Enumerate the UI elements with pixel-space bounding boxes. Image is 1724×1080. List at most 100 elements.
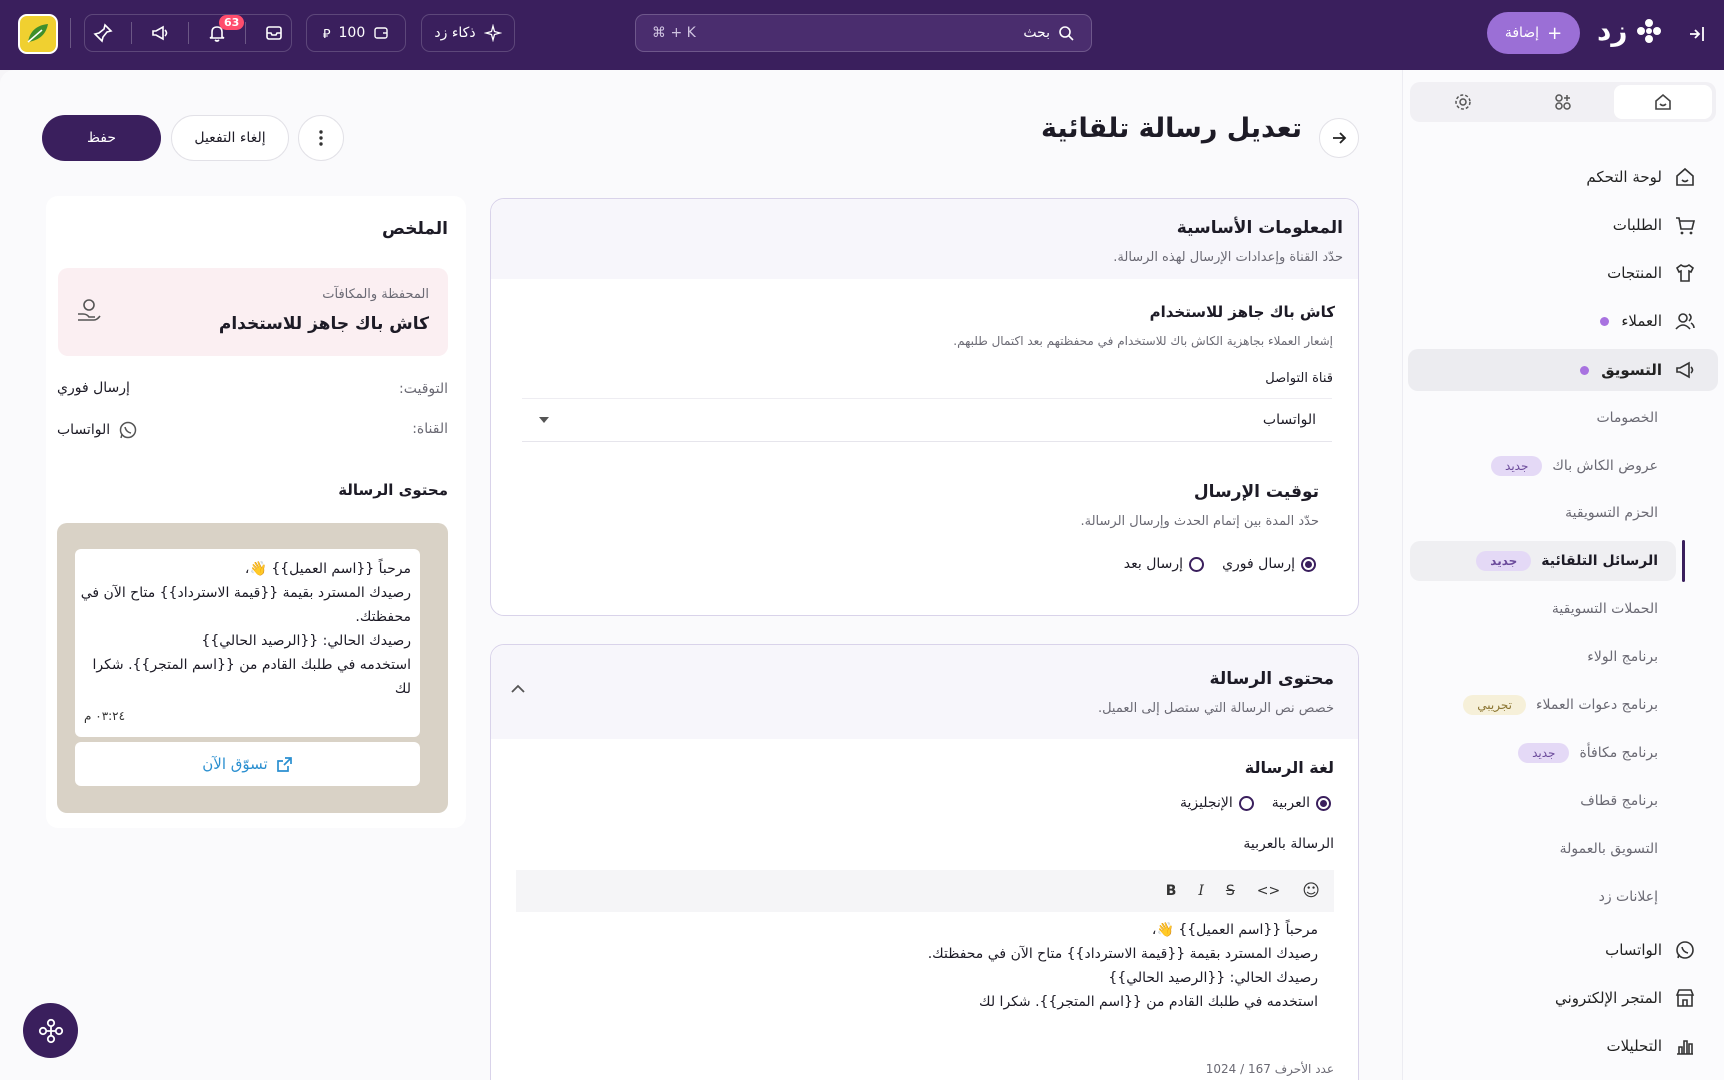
divider	[130, 22, 132, 44]
emoji-button[interactable]: ☺	[1302, 881, 1320, 901]
sidebar-item-marketing[interactable]: التسويق	[1408, 349, 1718, 391]
editor-line[interactable]: استخدمه في طلبك القادم من {{اسم المتجر}}…	[979, 994, 1318, 1010]
channel-select[interactable]: الواتساب	[522, 398, 1332, 442]
summary-title: الملخص	[382, 219, 448, 239]
chevron-up-icon[interactable]	[511, 684, 525, 694]
sidebar-subitem-label: برنامج مكافأة	[1579, 745, 1658, 761]
search-shortcut: ⌘ + K	[652, 25, 696, 41]
strikethrough-button[interactable]: S	[1226, 883, 1235, 899]
add-label: إضافة	[1504, 25, 1540, 41]
brand-logo[interactable]: زد	[1597, 14, 1664, 47]
sidebar-subitem-campaigns[interactable]: الحملات التسويقية	[1408, 589, 1658, 629]
user-icon	[1674, 310, 1696, 332]
sidebar-subitem-label: التسويق بالعمولة	[1559, 841, 1658, 857]
code-button[interactable]: <>	[1257, 883, 1280, 899]
sidebar-item-orders[interactable]: الطلبات	[1408, 204, 1718, 246]
bold-button[interactable]: B	[1166, 883, 1177, 899]
sidebar-item-online-store[interactable]: المتجر الإلكتروني	[1408, 977, 1718, 1019]
sidebar-subitem-rewards[interactable]: جديد برنامج مكافأة	[1408, 733, 1658, 773]
search-input[interactable]: ⌘ + K بحث	[635, 14, 1092, 52]
preview-line: رصيدك الحالي: {{الرصيد الحالي}}	[201, 633, 411, 649]
inbox-icon[interactable]	[264, 23, 284, 43]
sidebar-subitem-discounts[interactable]: الخصومات	[1408, 398, 1658, 438]
divider	[70, 18, 71, 48]
content-title: محتوى الرسالة	[1209, 669, 1334, 689]
content-subtitle: خصص نص الرسالة التي ستصل إلى العميل.	[1097, 701, 1334, 716]
channel-value-group: الواتساب	[57, 420, 138, 440]
radio-english[interactable]: الإنجليزية	[1180, 795, 1254, 811]
sidebar-subitem-label: الحملات التسويقية	[1551, 601, 1658, 617]
tab-home[interactable]	[1614, 85, 1712, 119]
sidebar-item-whatsapp[interactable]: الواتساب	[1408, 929, 1718, 971]
tab-settings[interactable]	[1414, 85, 1512, 119]
sidebar-item-customers[interactable]: العملاء	[1408, 300, 1718, 342]
sidebar-subitem-cashback[interactable]: جديد عروض الكاش باك	[1408, 446, 1658, 486]
sidebar-item-products[interactable]: المنتجات	[1408, 252, 1718, 294]
radio-immediate[interactable]: إرسال فوري	[1222, 556, 1316, 572]
editor-line[interactable]: مرحباً {{اسم العميل}} 👋،	[1152, 922, 1318, 938]
editor-line[interactable]: رصيدك الحالي: {{الرصيد الحالي}}	[1108, 970, 1318, 986]
divider	[244, 22, 246, 44]
sidebar-item-analytics[interactable]: التحليلات	[1408, 1025, 1718, 1067]
cart-icon	[1674, 214, 1696, 236]
megaphone-icon	[1674, 359, 1696, 381]
balance-widget[interactable]: ⃁ 100	[306, 14, 406, 52]
sidebar-subitem-label: عروض الكاش باك	[1552, 458, 1658, 474]
sidebar-subitem-affiliate[interactable]: التسويق بالعمولة	[1408, 829, 1658, 869]
store-icon	[1674, 987, 1696, 1009]
radio-button[interactable]	[1189, 556, 1205, 572]
reward-title: كاش باك جاهز للاستخدام	[218, 314, 429, 334]
sidebar-subitem-label: برنامج دعوات العملاء	[1535, 697, 1658, 713]
add-button[interactable]: إضافة +	[1487, 12, 1580, 54]
editor-line[interactable]: رصيدك المسترد بقيمة {{قيمة الاسترداد}} م…	[928, 946, 1318, 962]
divider	[187, 22, 189, 44]
sidebar-item-label: المنتجات	[1607, 264, 1662, 282]
italic-button[interactable]: I	[1198, 883, 1204, 899]
sidebar-subitem-label: الحزم التسويقية	[1565, 505, 1658, 521]
assistant-button[interactable]	[23, 1003, 78, 1058]
radio-button[interactable]	[1301, 556, 1316, 572]
chart-icon	[1674, 1035, 1696, 1057]
radio-arabic[interactable]: العربية	[1272, 795, 1331, 811]
sidebar-subitem-zid-ads[interactable]: إعلانات زد	[1408, 877, 1658, 917]
radio-button[interactable]	[1238, 795, 1254, 811]
channel-value: الواتساب	[57, 422, 111, 438]
shop-now-button[interactable]: تسوّق الآن	[75, 742, 420, 786]
timing-radio-group: إرسال فوري إرسال بعد	[1124, 556, 1316, 572]
sidebar-subitem-loyalty[interactable]: برنامج الولاء	[1408, 637, 1658, 677]
new-badge: جديد	[1476, 551, 1532, 571]
zid-logo-icon	[1634, 16, 1664, 46]
page-title: تعديل رسالة تلقائية	[1040, 113, 1302, 144]
sidebar-item-label: الطلبات	[1612, 216, 1662, 234]
sidebar-subitem-qitaf[interactable]: برنامج قطاف	[1408, 781, 1658, 821]
ai-button[interactable]: ذكاء زد	[421, 14, 515, 52]
channel-label: القناة:	[412, 421, 448, 437]
back-button[interactable]	[1319, 118, 1359, 158]
sidebar-subitem-label: الخصومات	[1596, 410, 1658, 426]
save-button[interactable]: حفظ	[42, 115, 161, 161]
sidebar-item-dashboard[interactable]: لوحة التحكم	[1408, 156, 1718, 198]
sidebar-subitem-label: إعلانات زد	[1598, 889, 1658, 905]
cta-label: تسوّق الآن	[202, 755, 268, 773]
whatsapp-icon	[1674, 939, 1696, 961]
sidebar-item-label: الواتساب	[1605, 941, 1662, 959]
character-count: عدد الأحرف 167 / 1024	[1205, 1062, 1334, 1076]
radio-button[interactable]	[1316, 795, 1331, 811]
sidebar-subitem-auto-messages[interactable]: جديد الرسائل التلقائية	[1410, 541, 1676, 581]
arabic-message-label: الرسالة بالعربية	[1243, 836, 1334, 852]
store-logo[interactable]	[18, 14, 58, 54]
zid-logo-icon	[36, 1016, 66, 1046]
deactivate-button[interactable]: إلغاء التفعيل	[171, 115, 289, 161]
radio-delayed[interactable]: إرسال بعد	[1124, 556, 1205, 572]
sidebar-subitem-bundles[interactable]: الحزم التسويقية	[1408, 493, 1658, 533]
hand-coin-icon	[75, 298, 103, 324]
collapse-sidebar-icon[interactable]	[1686, 23, 1708, 45]
megaphone-icon[interactable]	[150, 23, 170, 43]
tab-apps[interactable]	[1514, 85, 1612, 119]
sidebar-subitem-label: برنامج الولاء	[1587, 649, 1658, 665]
more-options-button[interactable]	[298, 115, 344, 161]
sidebar-subitem-referrals[interactable]: تجريبي برنامج دعوات العملاء	[1408, 685, 1658, 725]
reward-category: المحفظة والمكافآت	[322, 287, 429, 302]
search-icon	[1058, 25, 1075, 42]
pin-icon[interactable]	[92, 23, 113, 43]
